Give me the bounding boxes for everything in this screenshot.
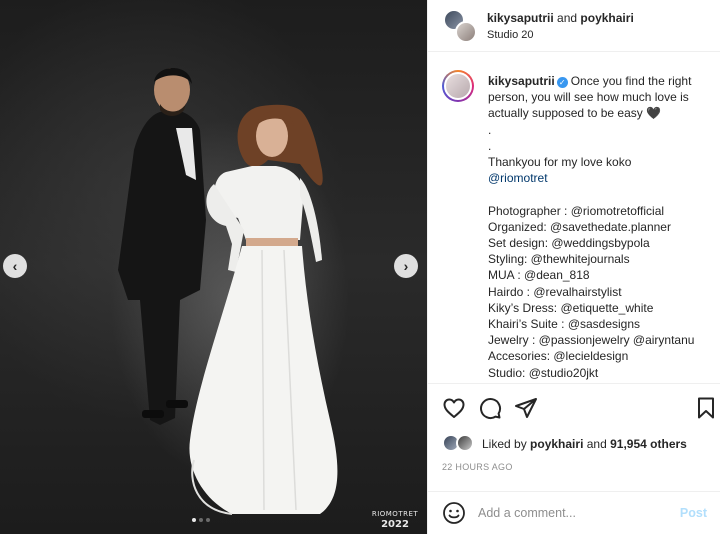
likes-summary: Liked by poykhairi and 91,954 others	[482, 437, 687, 451]
caption-line: Studio: @studio20jkt	[488, 365, 599, 380]
liker-username[interactable]: poykhairi	[530, 437, 583, 451]
emoji-icon[interactable]	[442, 501, 466, 525]
watermark-name: RIOMOTRET	[371, 510, 419, 518]
likers-avatars[interactable]	[442, 434, 478, 454]
caption-avatar[interactable]	[442, 70, 474, 102]
caption-line: Hairdo : @revalhairstylist	[488, 284, 622, 299]
watermark-year: 2022	[381, 519, 409, 530]
avatar[interactable]	[455, 20, 477, 43]
post-header: kikysaputrii and poykhairi Studio 20	[428, 0, 720, 52]
post-photo[interactable]: ‹ › RIOMOTRET 2022	[0, 0, 427, 534]
comment-input[interactable]	[478, 506, 680, 520]
chevron-left-icon[interactable]: ‹	[3, 254, 27, 278]
carousel-dot	[199, 518, 203, 522]
collab-avatars[interactable]	[443, 8, 477, 43]
couple-illustration	[118, 68, 338, 515]
caption-line: Photographer : @riomotretofficial	[488, 203, 665, 218]
caption-line: Jewelry : @passionjewelry @airyntanu	[488, 333, 695, 348]
caption-line: Organized: @savethedate.planner	[488, 219, 671, 234]
caption-line: kikysaputrii ✓ Once you find the right	[488, 74, 692, 88]
caption-line: Accesories: @lecieldesign	[488, 349, 629, 364]
carousel-dot	[206, 518, 210, 522]
caption-username[interactable]: kikysaputrii	[488, 74, 555, 88]
carousel-dot	[192, 518, 196, 522]
post-timestamp[interactable]: 22 HOURS AGO	[442, 462, 513, 472]
post-location[interactable]: Studio 20	[487, 29, 634, 41]
avatar[interactable]	[456, 434, 474, 452]
caption-line: person, you will see how much love is	[488, 90, 689, 105]
caption-line	[488, 186, 713, 202]
post-owners: kikysaputrii and poykhairi	[487, 11, 634, 25]
comment-bar: Post	[428, 491, 720, 534]
owner-username-2[interactable]: poykhairi	[580, 11, 633, 25]
post-comment-button[interactable]: Post	[680, 506, 707, 520]
chevron-right-icon[interactable]: ›	[394, 254, 418, 278]
owner-username-1[interactable]: kikysaputrii	[487, 11, 554, 25]
caption-line: Styling: @thewhitejournals	[488, 252, 630, 267]
likes-row: Liked by poykhairi and 91,954 others	[442, 434, 687, 454]
bookmark-icon[interactable]	[694, 396, 718, 420]
caption-line: Kiky’s Dress: @etiquette_white	[488, 300, 654, 315]
photo-watermark: RIOMOTRET 2022	[370, 510, 420, 530]
caption-line: MUA : @dean_818	[488, 268, 590, 283]
caption-line: Set design: @weddingsbypola	[488, 236, 650, 251]
caption-line: actually supposed to be easy 🖤	[488, 106, 662, 121]
caption-scroll-area[interactable]: kikysaputrii ✓ Once you find the right per…	[428, 60, 720, 382]
verified-badge-icon: ✓	[556, 77, 568, 88]
comment-icon[interactable]	[478, 396, 502, 420]
post-panel: kikysaputrii and poykhairi Studio 20 kik…	[427, 0, 720, 534]
action-bar	[428, 383, 720, 431]
caption-line: Thankyou for my love koko	[488, 155, 632, 170]
caption-text: kikysaputrii ✓ Once you find the right per…	[488, 73, 713, 381]
caption-line: .	[488, 138, 492, 153]
carousel-dots	[192, 518, 210, 522]
caption-mention[interactable]: @riomotret	[488, 170, 713, 186]
heart-icon[interactable]	[442, 396, 466, 420]
caption-line: .	[488, 122, 492, 137]
owners-and: and	[557, 10, 578, 25]
likes-count[interactable]: 91,954 others	[610, 437, 687, 451]
paper-plane-icon[interactable]	[514, 396, 538, 420]
caption-line: Khairi’s Suite : @sasdesigns	[488, 317, 641, 332]
